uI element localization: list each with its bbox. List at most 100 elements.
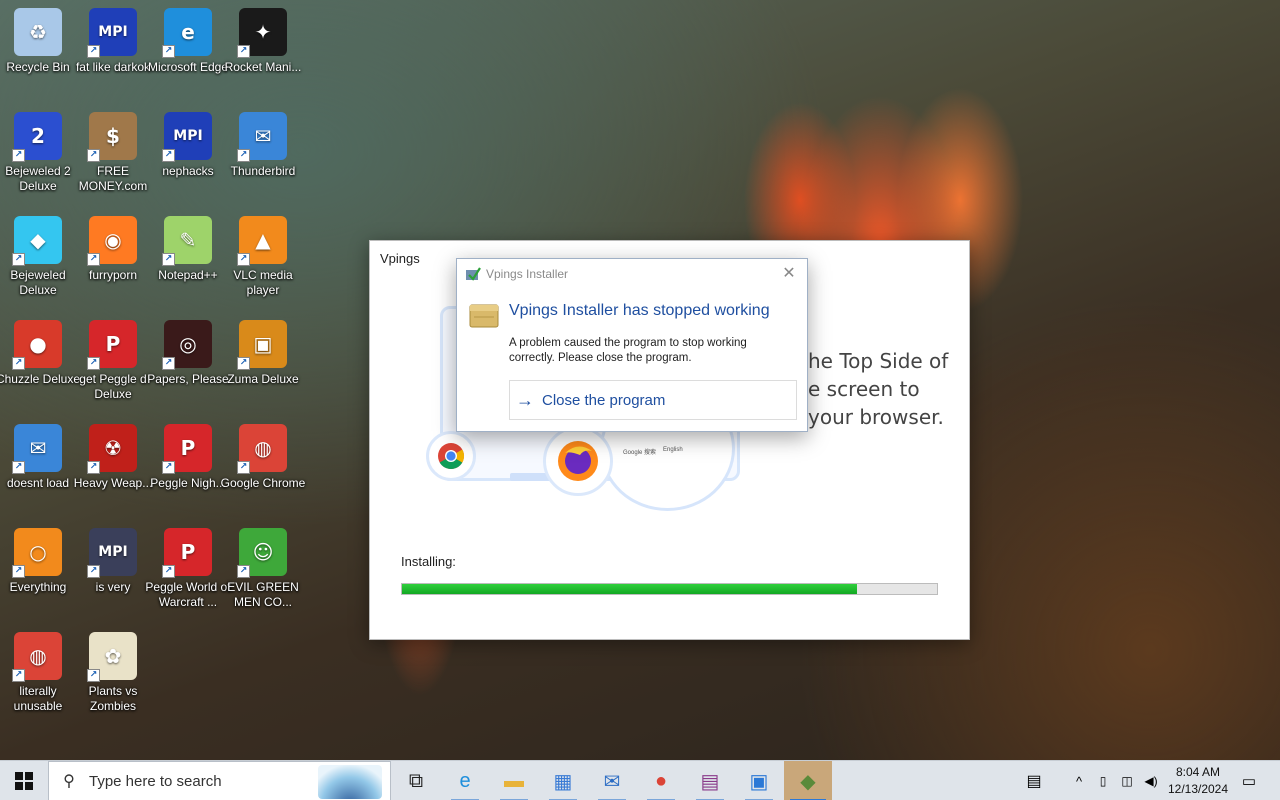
desktop-icon-label: Heavy Weap... xyxy=(73,476,153,490)
taskbar-mail-button[interactable]: ✉ xyxy=(588,761,636,800)
vlc-icon: ▲ ↗ xyxy=(237,216,287,266)
chrome-icon: ● xyxy=(654,769,668,792)
desktop-icon[interactable]: ◍ ↗ Google Chrome xyxy=(221,416,305,516)
clock-time: 8:04 AM xyxy=(1175,765,1221,779)
desktop-icon[interactable]: MPI ↗ fat like darkok xyxy=(75,0,151,100)
desktop-icon[interactable]: MPI ↗ is very xyxy=(75,520,151,620)
shortcut-arrow-icon: ↗ xyxy=(12,565,25,578)
desktop-icon-label: Papers, Please xyxy=(147,372,229,386)
notification-button[interactable]: ▭ xyxy=(1234,761,1264,800)
search-icon: ⚲ xyxy=(63,773,75,790)
tray-device-button[interactable]: ▯ xyxy=(1092,761,1114,800)
mini-text-search: Google 搜索 xyxy=(623,450,657,456)
promo-line-3: your browser. xyxy=(808,405,944,429)
shortcut-arrow-icon: ↗ xyxy=(12,149,25,162)
desktop-icon[interactable]: P ↗ get Peggle d Deluxe xyxy=(75,312,151,412)
shortcut-arrow-icon: ↗ xyxy=(162,565,175,578)
desktop-icon[interactable]: $ ↗ FREE MONEY.com xyxy=(75,104,151,204)
desktop-icon[interactable]: 2 ↗ Bejeweled 2 Deluxe xyxy=(0,104,76,204)
close-icon[interactable]: ✕ xyxy=(777,262,801,286)
desktop-icon[interactable]: ○ ↗ Everything xyxy=(0,520,76,620)
chrome-icon: ◍ ↗ xyxy=(12,632,62,682)
clock[interactable]: 8:04 AM 12/13/2024 xyxy=(1162,761,1234,800)
desktop-icon-label: Notepad++ xyxy=(158,268,218,282)
mini-text-english: English xyxy=(663,447,683,453)
arrow-right-icon: → xyxy=(516,389,534,410)
desktop-icon-label: Bejeweled Deluxe xyxy=(10,268,66,297)
chrome-icon xyxy=(438,443,465,470)
volume-button[interactable]: ◀) xyxy=(1140,761,1162,800)
desktop-icon[interactable]: ✉ ↗ doesnt load xyxy=(0,416,76,516)
install-progress-bar xyxy=(401,583,938,595)
diamond-icon: ◆ ↗ xyxy=(12,216,62,266)
taskbar: ⚲ Type here to search ⧉ e ▬ ▦ ✉ ● ▤ ▣ ◆ ▤ ^ ▯ ◫ … xyxy=(0,760,1280,800)
chuzzle-icon: ● ↗ xyxy=(12,320,62,370)
desktop-icon[interactable]: ◆ ↗ Bejeweled Deluxe xyxy=(0,208,76,308)
taskbar-edge-button[interactable]: e xyxy=(441,761,489,800)
desktop-icon-label: Bejeweled 2 Deluxe xyxy=(5,164,71,193)
thunderbird-icon: ✉ ↗ xyxy=(237,112,287,162)
desktop-icon[interactable]: ✿ ↗ Plants vs Zombies xyxy=(75,624,151,724)
desktop-icon[interactable]: ▣ ↗ Zuma Deluxe xyxy=(225,312,301,412)
desktop-icon[interactable]: MPI ↗ nephacks xyxy=(150,104,226,204)
magnifier-icon: ○ ↗ xyxy=(12,528,62,578)
news-icon: ▤ xyxy=(1026,773,1042,790)
desktop-icon[interactable]: e ↗ Microsoft Edge xyxy=(148,0,228,100)
desktop-icon[interactable]: ◎ ↗ Papers, Please xyxy=(147,312,229,412)
taskbar-task-view-button[interactable]: ⧉ xyxy=(392,761,440,800)
shortcut-arrow-icon: ↗ xyxy=(162,149,175,162)
chevron-up-icon: ^ xyxy=(1075,773,1083,789)
peggle-icon: P ↗ xyxy=(162,528,212,578)
shortcut-arrow-icon: ↗ xyxy=(237,45,250,58)
desktop-icon[interactable]: ▲ ↗ VLC media player xyxy=(225,208,301,308)
shortcut-arrow-icon: ↗ xyxy=(87,461,100,474)
news-widget-button[interactable]: ▤ xyxy=(1012,761,1056,800)
shortcut-arrow-icon: ↗ xyxy=(162,253,175,266)
desktop-icon[interactable]: P ↗ Peggle Nigh... xyxy=(150,416,226,516)
tray-overflow-button[interactable]: ^ xyxy=(1068,761,1090,800)
taskbar-installer-button[interactable]: ◆ xyxy=(784,761,832,800)
taskbar-store-button[interactable]: ▦ xyxy=(539,761,587,800)
desktop-icon[interactable]: ✎ ↗ Notepad++ xyxy=(150,208,226,308)
error-dialog-titlebar[interactable]: Vpings Installer ✕ xyxy=(457,259,807,289)
desktop-icon[interactable]: ◍ ↗ literally unusable xyxy=(0,624,76,724)
window-app-icon: ▣ xyxy=(749,770,769,793)
shortcut-arrow-icon: ↗ xyxy=(162,461,175,474)
money-bag-icon: $ ↗ xyxy=(87,112,137,162)
desktop-icon-label: Zuma Deluxe xyxy=(227,372,299,386)
taskbar-window-app-button[interactable]: ▣ xyxy=(735,761,783,800)
desktop-icon[interactable]: P ↗ Peggle World of Warcraft ... xyxy=(145,520,231,620)
chrome-icon: ◍ ↗ xyxy=(237,424,287,474)
mail-icon: ✉ xyxy=(603,770,621,793)
network-button[interactable]: ◫ xyxy=(1116,761,1138,800)
desktop-icon-label: Thunderbird xyxy=(230,164,296,178)
taskbar-file-explorer-button[interactable]: ▬ xyxy=(490,761,538,800)
start-button[interactable] xyxy=(0,761,48,800)
desktop-icon[interactable]: ☢ ↗ Heavy Weap... xyxy=(74,416,152,516)
desktop-icon[interactable]: ✦ ↗ Rocket Mani... xyxy=(225,0,301,100)
shortcut-arrow-icon: ↗ xyxy=(237,565,250,578)
shortcut-arrow-icon: ↗ xyxy=(87,253,100,266)
taskbar-search-box[interactable]: ⚲ Type here to search xyxy=(48,761,391,800)
desktop-icon[interactable]: ✉ ↗ Thunderbird xyxy=(225,104,301,204)
shortcut-arrow-icon: ↗ xyxy=(162,357,175,370)
search-highlight-image xyxy=(318,765,382,799)
desktop-icon[interactable]: ● ↗ Chuzzle Deluxe xyxy=(0,312,80,412)
shortcut-arrow-icon: ↗ xyxy=(237,253,250,266)
papers-please-icon: ◎ ↗ xyxy=(162,320,212,370)
network-icon: ◫ xyxy=(1121,774,1133,788)
radiation-icon: ☢ ↗ xyxy=(87,424,137,474)
task-view-icon: ⧉ xyxy=(408,769,424,792)
shortcut-arrow-icon: ↗ xyxy=(87,669,100,682)
clock-date: 12/13/2024 xyxy=(1167,782,1229,796)
taskbar-chrome-button[interactable]: ● xyxy=(637,761,685,800)
desktop-icon-label: Microsoft Edge xyxy=(147,60,229,74)
desktop-icon[interactable]: ♻ Recycle Bin xyxy=(0,0,76,100)
mpi-icon: MPI ↗ xyxy=(162,112,212,162)
desktop-icon[interactable]: ◉ ↗ furryporn xyxy=(75,208,151,308)
desktop-icon[interactable]: ☺ ↗ EVIL GREEN MEN CO... xyxy=(225,520,301,620)
package-icon xyxy=(469,304,499,328)
taskbar-winrar-button[interactable]: ▤ xyxy=(686,761,734,800)
shortcut-arrow-icon: ↗ xyxy=(87,357,100,370)
close-program-button[interactable]: → Close the program xyxy=(509,380,797,420)
